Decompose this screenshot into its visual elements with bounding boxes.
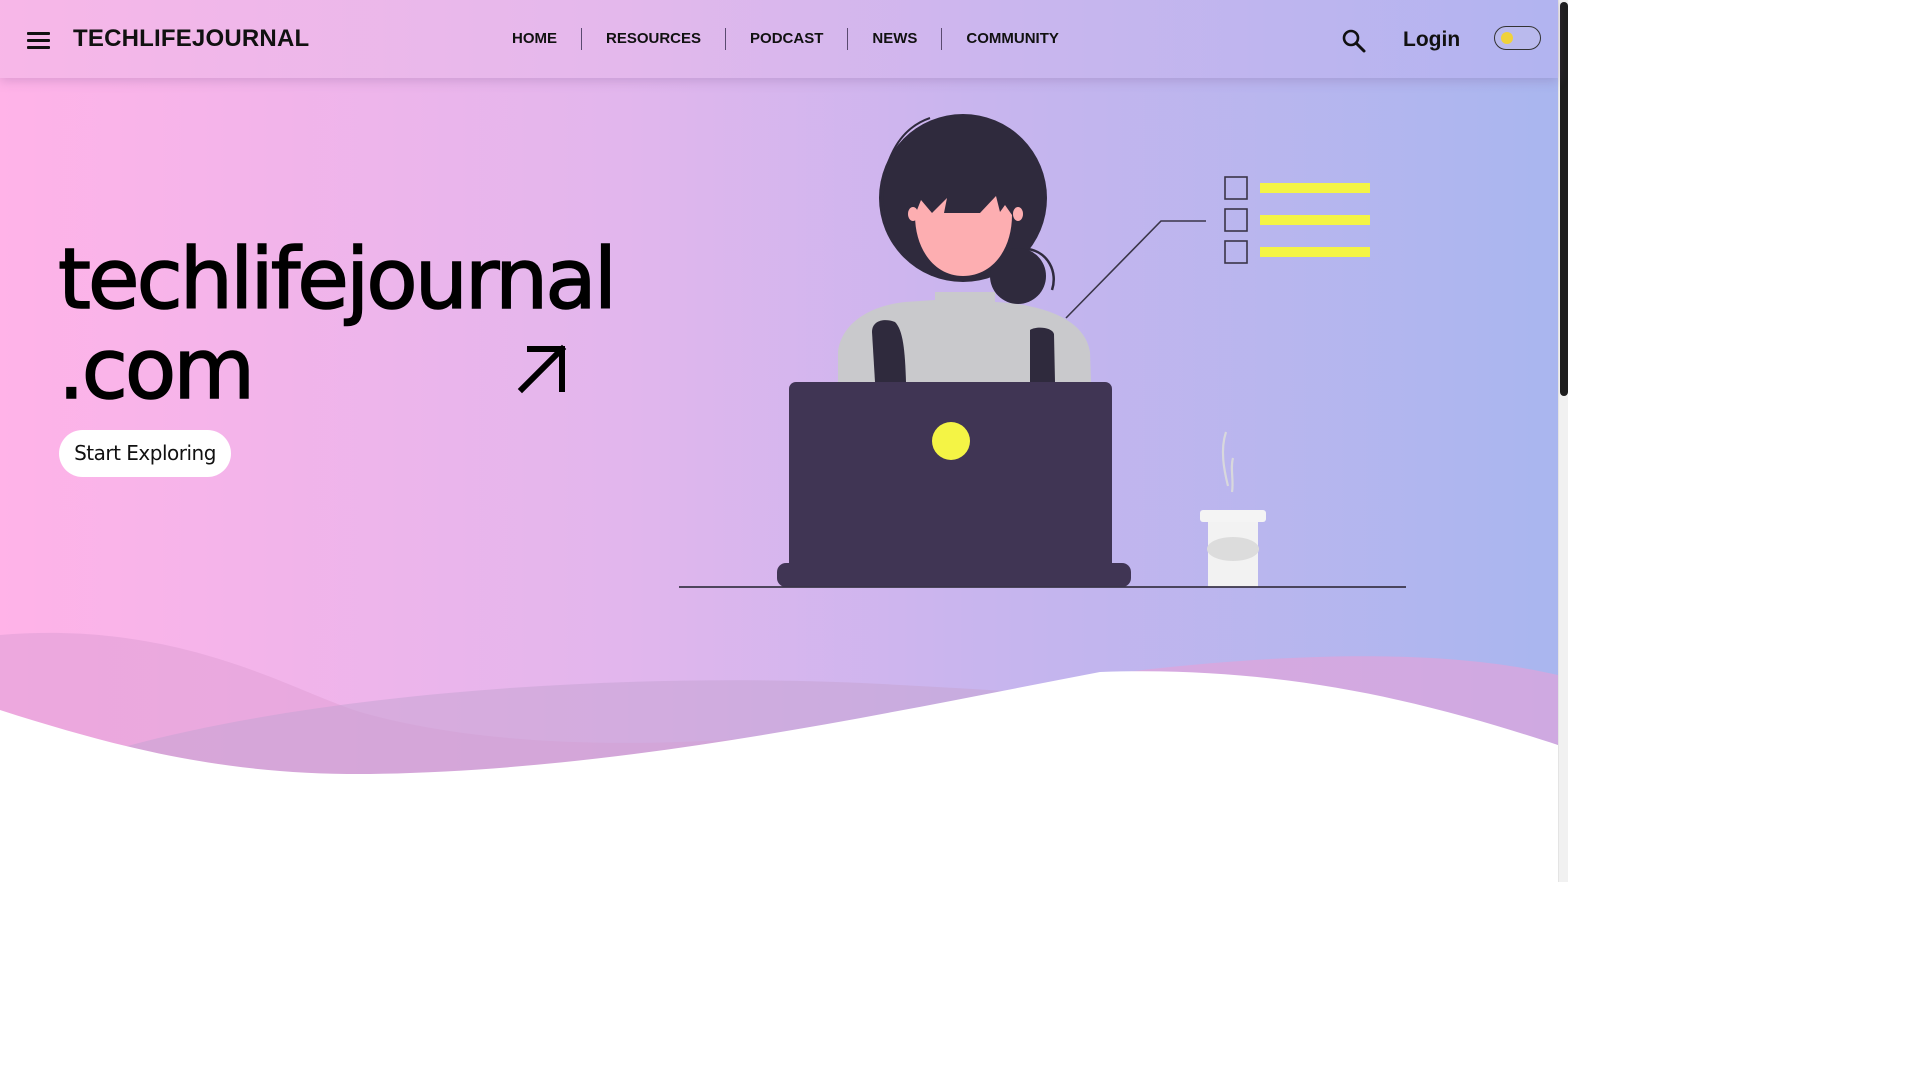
search-icon[interactable] [1341,28,1367,54]
nav-resources[interactable]: RESOURCES [581,28,725,50]
arrow-up-right-icon[interactable] [516,343,568,395]
checklist-graphic [1224,176,1370,264]
hero-title-line2: .com [57,320,256,418]
main-nav: HOME RESOURCES PODCAST NEWS COMMUNITY [488,28,1083,50]
coffee-cup-graphic [1200,431,1266,587]
laptop-graphic [777,382,1131,587]
brand-logo[interactable]: TECHLIFEJOURNAL [73,24,309,54]
page: techlifejournal .com Start Exploring TEC… [0,0,1568,882]
hero-title-line1: techlifejournal [57,230,618,328]
nav-home[interactable]: HOME [488,28,581,50]
login-link[interactable]: Login [1403,26,1460,54]
wave-decoration [0,632,1558,882]
sun-toggle-icon [1501,32,1513,44]
nav-news[interactable]: NEWS [847,28,941,50]
nav-community[interactable]: COMMUNITY [941,28,1083,50]
hamburger-menu-icon[interactable] [27,29,51,51]
scrollbar-thumb[interactable] [1560,2,1568,396]
woman-figure [838,114,1091,382]
page-scrollbar[interactable] [1558,0,1568,882]
site-header: TECHLIFEJOURNAL HOME RESOURCES PODCAST N… [0,0,1558,78]
theme-toggle[interactable] [1494,26,1541,50]
woman-at-laptop-illustration [679,114,1406,588]
nav-podcast[interactable]: PODCAST [725,28,847,50]
hero-section: techlifejournal .com Start Exploring [0,0,1558,882]
start-exploring-button[interactable]: Start Exploring [59,430,231,477]
checklist-connector [1065,220,1206,319]
